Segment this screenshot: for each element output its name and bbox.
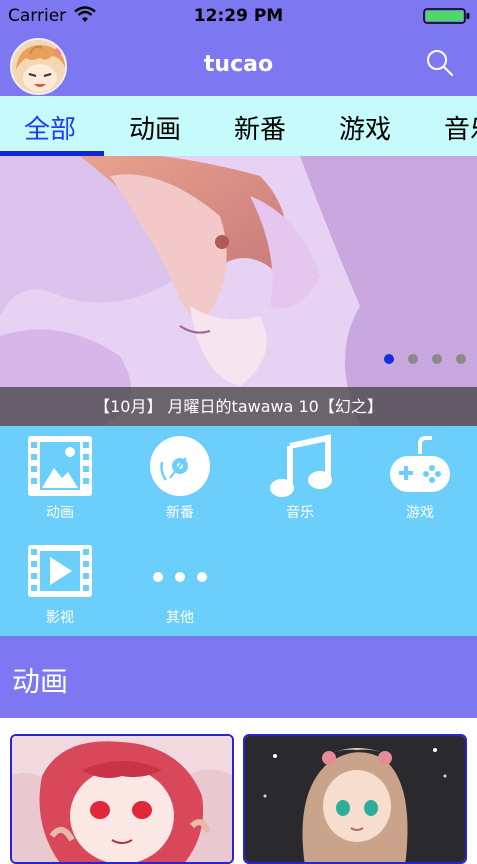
section-title: 动画 [12, 665, 69, 698]
video-card[interactable] [10, 734, 234, 864]
page-dot[interactable] [384, 354, 394, 364]
category-other[interactable]: 其他 [120, 531, 240, 631]
video-thumbnail [245, 736, 465, 862]
tab-new-anime[interactable]: 新番 [234, 109, 286, 146]
video-play-icon [28, 545, 92, 597]
tab-music[interactable]: 音乐 [444, 109, 477, 146]
gamepad-icon [390, 436, 450, 492]
category-label: 动画 [46, 505, 74, 521]
category-label: 其他 [166, 610, 194, 626]
category-label: 音乐 [286, 505, 314, 521]
tab-animation[interactable]: 动画 [129, 109, 181, 146]
banner-carousel[interactable] [0, 156, 477, 426]
app-title: tucao [203, 52, 274, 77]
category-games[interactable]: 游戏 [360, 426, 477, 526]
page-dot[interactable] [456, 354, 466, 364]
banner-page-indicator [384, 354, 474, 366]
battery-icon [423, 8, 470, 24]
category-label: 新番 [166, 505, 194, 521]
disc-icon [150, 436, 210, 496]
search-icon[interactable] [425, 48, 455, 78]
video-thumbnail [12, 736, 232, 862]
section-header: 动画 [0, 636, 477, 718]
more-dots-icon [153, 572, 207, 582]
app-header: Carrier 12:29 PM tucao [0, 0, 477, 96]
video-card[interactable] [243, 734, 467, 864]
page-dot[interactable] [408, 354, 418, 364]
status-bar: Carrier 12:29 PM [0, 0, 477, 32]
category-label: 游戏 [406, 505, 434, 521]
page-dot[interactable] [432, 354, 442, 364]
banner-caption[interactable]: 【10月】 月曜日的tawawa 10【幻之】 [0, 387, 477, 426]
music-note-icon [270, 434, 332, 497]
status-time: 12:29 PM [193, 6, 284, 26]
category-new-anime[interactable]: 新番 [120, 426, 240, 526]
navigation-bar: tucao [0, 32, 477, 96]
category-grid: 动画 新番 音乐 游戏 影视 其他 [0, 426, 477, 636]
category-animation[interactable]: 动画 [0, 426, 120, 526]
category-film-tv[interactable]: 影视 [0, 531, 120, 631]
video-card-list [0, 718, 477, 864]
category-label: 影视 [46, 610, 74, 626]
film-icon [28, 436, 92, 496]
category-music[interactable]: 音乐 [240, 426, 360, 526]
category-tabs: 全部 动画 新番 游戏 音乐 [0, 96, 477, 156]
tab-games[interactable]: 游戏 [339, 109, 391, 146]
banner-image [0, 156, 477, 426]
tab-all[interactable]: 全部 [24, 109, 76, 146]
